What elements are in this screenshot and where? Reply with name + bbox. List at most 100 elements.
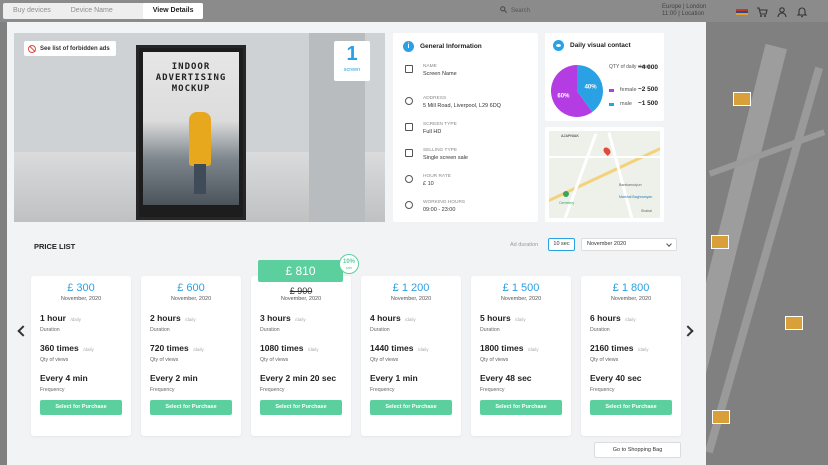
legend-swatch <box>609 88 614 92</box>
views-label: Qty of views <box>40 357 69 363</box>
forbidden-ads-label: See list of forbidden ads <box>40 45 110 52</box>
map-pin-icon[interactable] <box>712 410 730 424</box>
forbidden-ads-button[interactable]: See list of forbidden ads <box>24 41 116 56</box>
info-value: 5 Mill Road, Liverpool, L29 6DQ <box>423 103 501 109</box>
legend-female-value: ~2 500 <box>637 86 658 93</box>
chevron-left-icon[interactable] <box>17 325 29 337</box>
card-duration: 2 hours /daily Duration <box>150 308 196 333</box>
search-placeholder: Search <box>511 7 531 14</box>
legend-label: female <box>620 87 637 93</box>
discount-badge: 10% sale <box>339 254 359 274</box>
info-label: WORKING HOURS <box>423 200 466 205</box>
legend-label: male <box>620 101 632 107</box>
frequency-value: Every 40 sec <box>590 373 642 383</box>
month-select[interactable]: November 2020 <box>581 238 677 251</box>
map-label: Marshal Baghramyan <box>619 195 653 199</box>
frequency-label: Frequency <box>150 387 175 393</box>
forbidden-icon <box>28 44 36 53</box>
duration-value: 6 hours <box>590 313 621 323</box>
tab-buy-devices[interactable]: Buy devices <box>3 3 61 19</box>
map-pin-icon[interactable] <box>733 92 751 106</box>
duration-value: 2 hours <box>150 313 181 323</box>
promo-price-banner: £ 810 <box>258 260 343 282</box>
duration-value: 5 hours <box>480 313 511 323</box>
views-value: 360 times <box>40 343 79 353</box>
location-mini-map[interactable]: AJAPNIAK Cemetery Barekamutyun Marshal B… <box>545 127 664 222</box>
views-label: Qty of views <box>590 357 619 363</box>
general-information-panel: i General Information NAME Screen Name AD… <box>393 33 538 222</box>
go-to-shopping-bag-button[interactable]: Go to Shopping Bag <box>594 442 681 458</box>
select-for-purchase-button[interactable]: Select for Purchase <box>40 400 122 415</box>
duration-value: 3 hours <box>260 313 291 323</box>
frequency-label: Frequency <box>260 387 285 393</box>
card-duration: 4 hours /daily Duration <box>370 308 416 333</box>
frequency-value: Every 4 min <box>40 373 88 383</box>
discount-percent: 10% <box>342 259 355 265</box>
map-pin-icon[interactable] <box>785 316 803 330</box>
map-search[interactable]: Search <box>500 6 530 15</box>
header-icons <box>736 5 808 18</box>
breadcrumb-tabs: Buy devices Device Name View Details <box>3 3 204 19</box>
map-label: AJAPNIAK <box>561 134 579 138</box>
views-label: Qty of views <box>260 357 289 363</box>
info-label: HOUR RATE <box>423 174 451 179</box>
poster-title: INDOOR ADVERTISING MOCKUP <box>155 62 227 94</box>
map-label: Barekamutyun <box>619 183 642 187</box>
views-unit: /daily <box>83 347 94 352</box>
select-for-purchase-button[interactable]: Select for Purchase <box>260 400 342 415</box>
device-photo: INDOOR ADVERTISING MOCKUP See list of fo… <box>14 33 385 222</box>
pound-icon <box>405 175 413 183</box>
tag-icon <box>405 65 413 73</box>
month-select-value: November 2020 <box>587 241 627 247</box>
tab-view-details[interactable]: View Details <box>142 3 204 19</box>
views-label: Qty of views <box>480 357 509 363</box>
ad-duration-select[interactable]: 10 sec <box>548 238 575 251</box>
card-month: November, 2020 <box>280 296 322 302</box>
frequency-value: Every 2 min 20 sec <box>260 373 337 383</box>
cart-icon[interactable] <box>756 5 768 17</box>
card-duration: 5 hours /daily Duration <box>480 308 526 333</box>
flag-icon[interactable] <box>736 5 748 17</box>
info-value: Single screen sale <box>423 155 468 161</box>
info-label: NAME <box>423 64 437 69</box>
screen-count-badge: 1 screen <box>334 41 370 81</box>
views-value: 1800 times <box>480 343 524 353</box>
card-views: 1080 times /daily Qty of views <box>260 338 318 363</box>
chevron-right-icon[interactable] <box>682 325 694 337</box>
info-value: Screen Name <box>423 71 457 77</box>
search-icon <box>500 6 507 15</box>
duration-unit: /daily <box>515 317 526 322</box>
location-line-1: Europe | London <box>662 4 707 10</box>
card-month: November, 2020 <box>610 296 652 302</box>
map-pin-icon[interactable] <box>711 235 729 249</box>
card-views: 360 times /daily Qty of views <box>40 338 94 363</box>
card-frequency: Every 4 min Frequency <box>40 368 88 393</box>
ad-duration-label: Ad duration <box>510 242 539 248</box>
info-row-name: NAME Screen Name <box>405 63 457 79</box>
views-unit: /daily <box>307 347 319 352</box>
screen-count-label: screen <box>343 67 361 73</box>
frequency-value: Every 2 min <box>150 373 198 383</box>
duration-unit: /daily <box>405 317 416 322</box>
select-for-purchase-button[interactable]: Select for Purchase <box>590 400 672 415</box>
screen-count: 1 <box>346 43 358 65</box>
price-card: £ 1 200 November, 2020 4 hours /daily Durat… <box>361 276 461 436</box>
views-value: 1080 times <box>260 343 304 353</box>
chevron-down-icon <box>666 241 672 247</box>
price-card: £ 1 800 November, 2020 6 hours /daily Durat… <box>581 276 681 436</box>
card-frequency: Every 40 sec Frequency <box>590 368 642 393</box>
select-for-purchase-button[interactable]: Select for Purchase <box>150 400 232 415</box>
info-row-hour-rate: HOUR RATE £ 10 <box>405 173 451 189</box>
tab-device-name[interactable]: Device Name <box>61 3 143 19</box>
duration-label: Duration <box>370 327 390 333</box>
card-month: November, 2020 <box>170 296 212 302</box>
daily-visual-contact-title: Daily visual contact <box>570 42 631 49</box>
card-views: 1440 times /daily Qty of views <box>370 338 428 363</box>
user-icon[interactable] <box>776 5 788 18</box>
screens-icon <box>405 149 413 157</box>
card-duration: 6 hours /daily Duration <box>590 308 636 333</box>
views-unit: /daily <box>417 347 429 352</box>
bell-icon[interactable] <box>796 5 808 18</box>
select-for-purchase-button[interactable]: Select for Purchase <box>480 400 562 415</box>
select-for-purchase-button[interactable]: Select for Purchase <box>370 400 452 415</box>
